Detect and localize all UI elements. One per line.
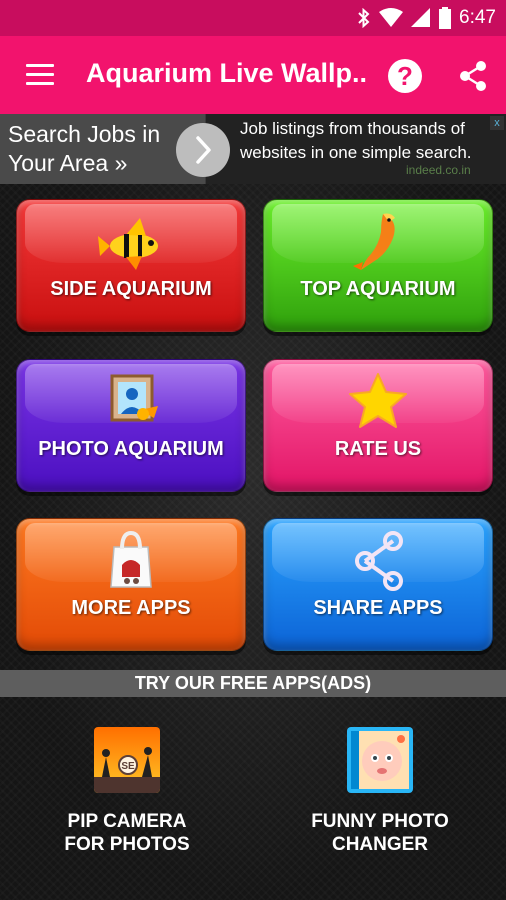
- svg-text:?: ?: [397, 61, 413, 91]
- signal-icon: [411, 8, 431, 27]
- menu-icon[interactable]: [26, 64, 54, 86]
- fish-icon: [98, 218, 158, 270]
- share-icon[interactable]: [457, 60, 489, 92]
- chevron-right-icon[interactable]: [176, 123, 230, 177]
- ad-headline-panel[interactable]: Search Jobs in Your Area »: [0, 114, 205, 184]
- help-icon[interactable]: ?: [387, 58, 423, 94]
- share-apps-label: SHARE APPS: [313, 597, 443, 619]
- more-apps-label: MORE APPS: [71, 597, 191, 619]
- photo-aquarium-button[interactable]: PHOTO AQUARIUM: [16, 359, 246, 492]
- status-time: 6:47: [459, 7, 496, 28]
- side-aquarium-label: SIDE AQUARIUM: [50, 278, 212, 300]
- funny-photo-app-line1: FUNNY PHOTO: [311, 811, 449, 832]
- side-aquarium-button[interactable]: SIDE AQUARIUM: [16, 199, 246, 332]
- rate-us-button[interactable]: RATE US: [263, 359, 493, 492]
- pip-camera-app[interactable]: SE PIP CAMERA FOR PHOTOS: [27, 727, 227, 856]
- ad-banner[interactable]: Search Jobs in Your Area » Job listings …: [0, 114, 506, 184]
- pip-camera-app-icon: SE: [94, 727, 160, 793]
- shopping-bag-icon: [110, 530, 152, 588]
- pip-camera-app-line2: FOR PHOTOS: [64, 834, 190, 855]
- ad-headline: Search Jobs in Your Area »: [8, 121, 161, 176]
- pip-camera-app-name: PIP CAMERA FOR PHOTOS: [27, 810, 227, 856]
- bluetooth-icon: [358, 8, 370, 28]
- funny-photo-app[interactable]: FUNNY PHOTO CHANGER: [280, 727, 480, 856]
- free-apps-header: TRY OUR FREE APPS(ADS): [0, 670, 506, 697]
- more-apps-button[interactable]: MORE APPS: [16, 518, 246, 651]
- app-title: Aquarium Live Wallp...: [86, 58, 366, 88]
- top-aquarium-button[interactable]: TOP AQUARIUM: [263, 199, 493, 332]
- star-icon: [349, 373, 407, 428]
- share-apps-button[interactable]: SHARE APPS: [263, 518, 493, 651]
- share-icon: [355, 531, 403, 591]
- pip-camera-app-line1: PIP CAMERA: [67, 811, 187, 832]
- ad-body-panel[interactable]: Job listings from thousands of websites …: [206, 114, 506, 184]
- wifi-icon: [379, 8, 404, 27]
- rate-us-label: RATE US: [334, 438, 422, 460]
- svg-text:SE: SE: [121, 761, 135, 772]
- app-bar: Aquarium Live Wallp... ?: [0, 36, 506, 114]
- photo-aquarium-label: PHOTO AQUARIUM: [38, 438, 224, 460]
- funny-photo-app-icon: [347, 727, 413, 793]
- ad-domain: indeed.co.in: [406, 163, 471, 177]
- funny-photo-app-line2: CHANGER: [331, 834, 429, 855]
- koi-fish-icon: [353, 213, 395, 270]
- top-aquarium-label: TOP AQUARIUM: [300, 278, 456, 300]
- ad-body-line1: Job listings from thousands of: [240, 119, 465, 138]
- photo-frame-icon: [110, 374, 158, 422]
- funny-photo-app-name: FUNNY PHOTO CHANGER: [280, 810, 480, 856]
- ad-close-button[interactable]: x: [490, 116, 504, 130]
- ad-body: Job listings from thousands of websites …: [240, 117, 502, 165]
- status-bar: 6:47: [0, 0, 506, 36]
- ad-body-line2: websites in one simple search.: [240, 143, 472, 162]
- battery-icon: [439, 7, 452, 29]
